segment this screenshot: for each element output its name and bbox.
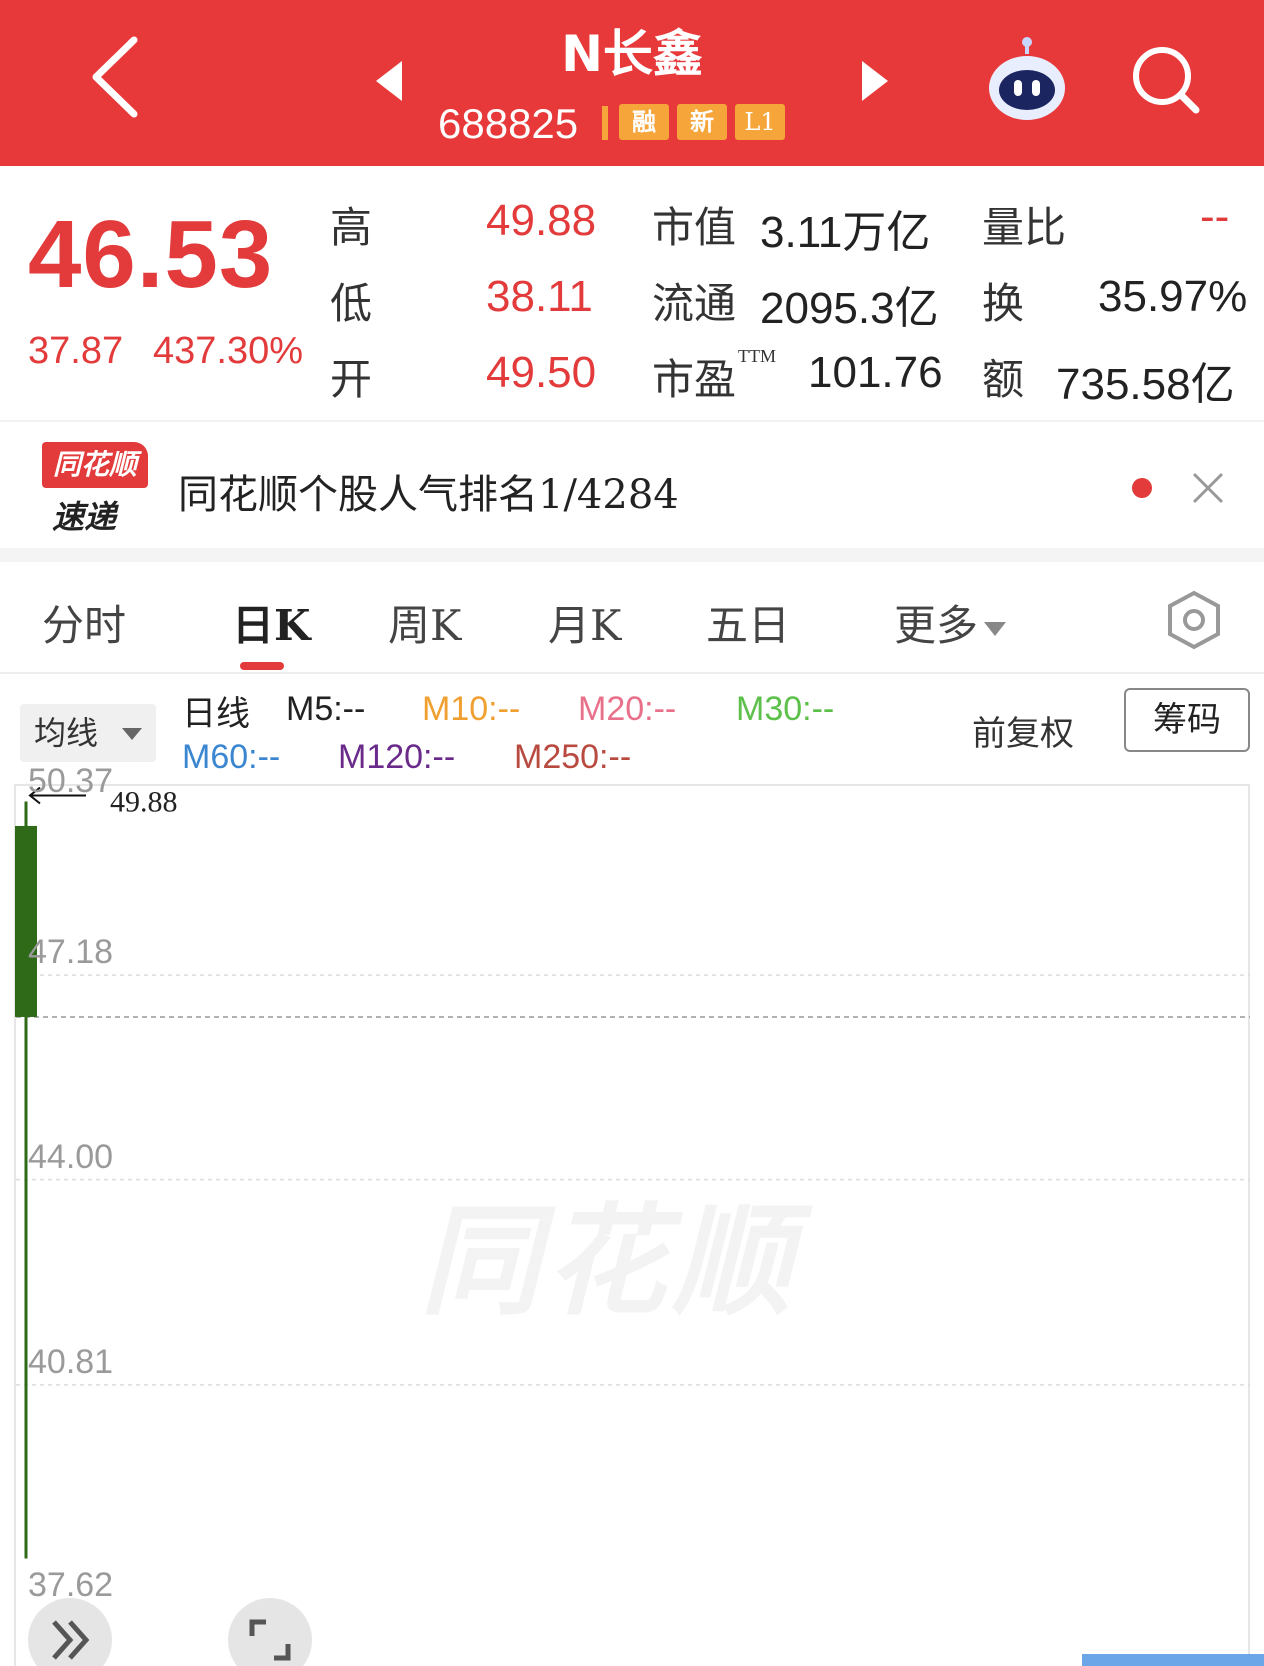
fullscreen-icon [249,1619,291,1661]
fullscreen-button[interactable] [228,1598,312,1666]
double-chevron-right-icon [52,1620,90,1660]
y-tick-label: 44.00 [28,1137,114,1176]
candle-body[interactable] [15,825,37,1017]
y-tick-label: 47.18 [28,933,114,972]
kline-chart[interactable]: 49.88 [0,0,1264,1666]
y-tick-label: 50.37 [28,762,114,800]
expand-sidebar-button[interactable] [28,1598,112,1666]
y-tick-label: 40.81 [28,1342,114,1381]
bottom-corner-tab[interactable] [1082,1654,1264,1666]
max-price-label: 49.88 [110,786,178,819]
